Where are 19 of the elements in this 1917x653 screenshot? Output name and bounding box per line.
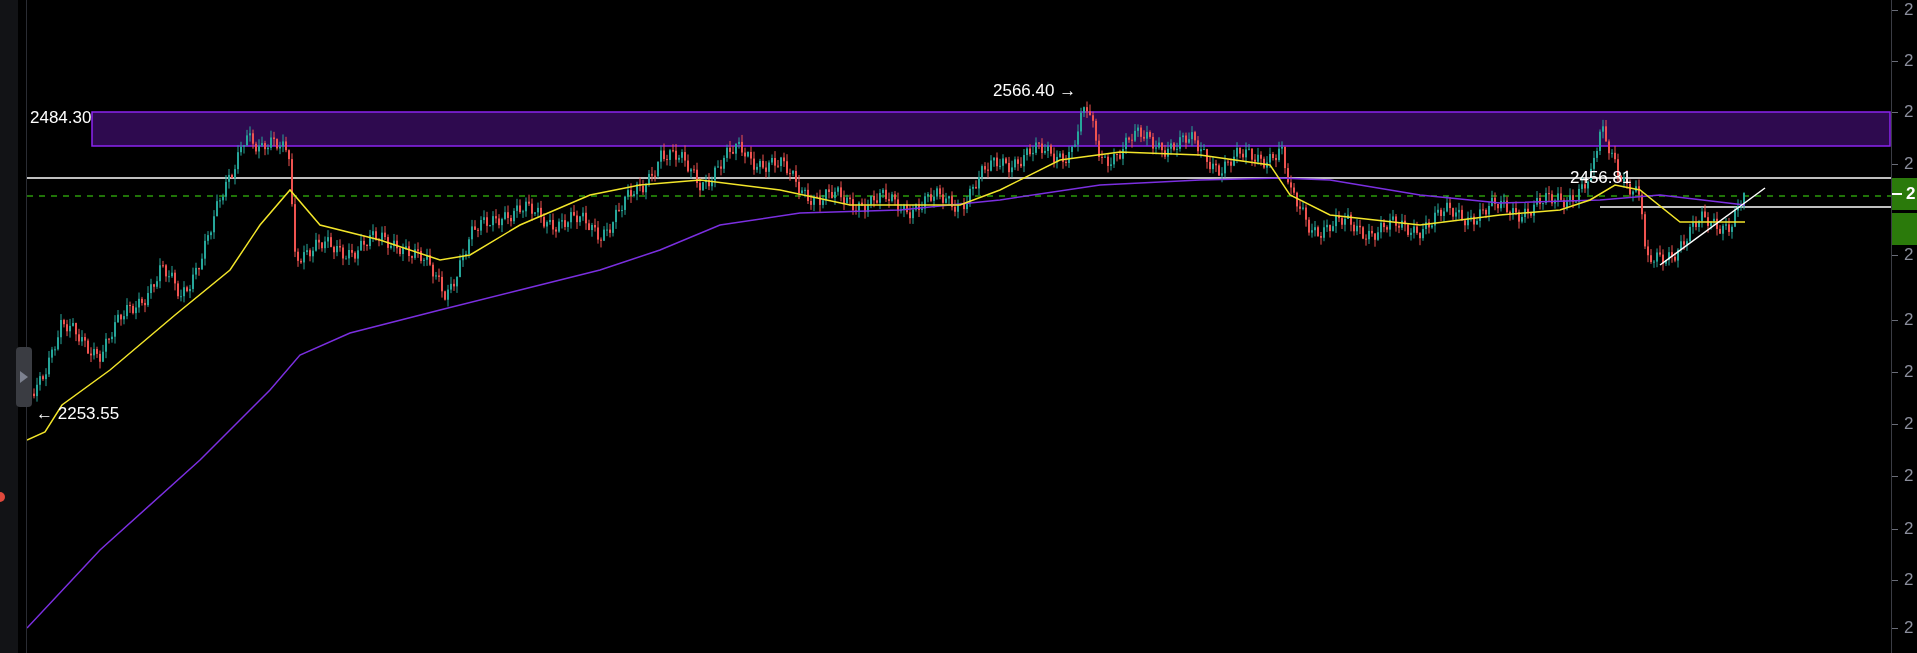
price-label: 2484.30 [30, 108, 92, 128]
axis-tick-label: 2 [1904, 362, 1914, 382]
axis-tick-label: 2 [1904, 102, 1914, 122]
axis-tick-label: 2 [1904, 51, 1914, 71]
panel-toggle-button[interactable] [16, 347, 32, 407]
axis-tick-label: 2 [1904, 0, 1914, 20]
axis-tick-label: 2 [1904, 414, 1914, 434]
axis-tick-label: 2 [1904, 519, 1914, 539]
axis-tick-label: 2 [1904, 310, 1914, 330]
current-price-text: 2 [1906, 184, 1916, 204]
price-label: ← 2253.55 [36, 404, 120, 424]
axis-tick-label: 2 [1904, 245, 1914, 265]
price-label: 2566.40 → [993, 81, 1077, 101]
triangle-right-icon [20, 371, 28, 383]
axis-tick-label: 2 [1904, 618, 1914, 638]
countdown-tag [1892, 213, 1917, 245]
axis-tick-label: 2 [1904, 570, 1914, 590]
axis-tick-label: 2 [1904, 154, 1914, 174]
axis-tick-label: 2 [1904, 466, 1914, 486]
